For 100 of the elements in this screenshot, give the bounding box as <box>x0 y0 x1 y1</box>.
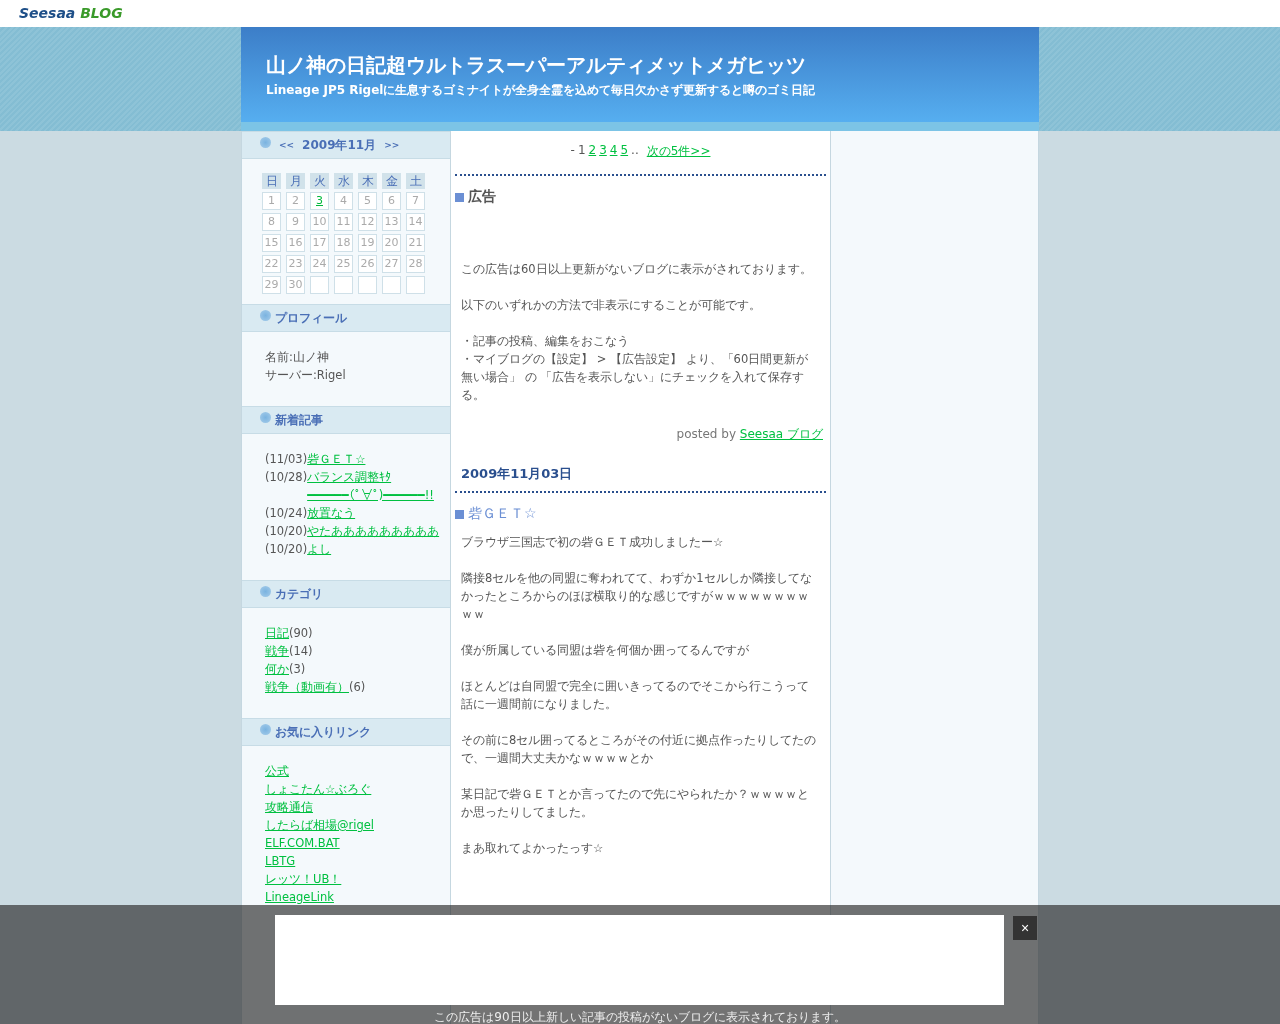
weekday-header: 土 <box>406 173 425 189</box>
blog-subtitle: Lineage JP5 Rigelに生息するゴミナイトが全身全霊を込めて毎日欠かさず更新すると噂のゴミ日記 <box>266 82 817 99</box>
post-date-heading: 2009年11月03日 <box>461 465 574 483</box>
weekday-header: 日 <box>262 173 281 189</box>
calendar-day: 30 <box>286 276 305 294</box>
calendar-day: 29 <box>262 276 281 294</box>
recent-post-link[interactable]: 放置なう <box>307 504 356 522</box>
calendar-day: 25 <box>334 255 353 273</box>
page-link[interactable]: 4 <box>609 143 618 160</box>
next-month-link[interactable]: >> <box>384 140 400 150</box>
post-paragraph: 僕が所属している同盟は砦を何個か囲ってるんですが <box>461 642 750 659</box>
recent-post-link[interactable]: バランス調整ｷﾀ━━━━━━(ﾟ∀ﾟ)━━━━━━!! <box>307 468 443 504</box>
empty-day <box>334 276 353 294</box>
empty-day <box>406 276 425 294</box>
seesaa-logo[interactable]: Seesaa BLOG <box>19 5 123 21</box>
calendar-day: 8 <box>262 213 281 231</box>
post-paragraph: この広告は60日以上更新がないブログに表示がされております。 <box>461 261 813 278</box>
favorite-link[interactable]: 公式 <box>265 762 289 780</box>
calendar-day: 1 <box>262 192 281 210</box>
blog-title[interactable]: 山ノ神の日記超ウルトラスーパーアルティメットメガヒッツ <box>266 53 1039 77</box>
post-paragraph: ブラウザ三国志で初の砦ＧＥＴ成功しましたー☆ <box>461 534 725 551</box>
square-icon <box>455 192 464 202</box>
weekday-header: 水 <box>334 173 353 189</box>
calendar-day: 5 <box>358 192 377 210</box>
empty-day <box>310 276 329 294</box>
page-link[interactable]: 5 <box>620 143 629 160</box>
calendar-day: 7 <box>406 192 425 210</box>
calendar-day: 18 <box>334 234 353 252</box>
favorite-link[interactable]: LineageLink <box>265 888 334 906</box>
pager-ellipsis: .. <box>631 143 639 159</box>
weekday-header: 金 <box>382 173 401 189</box>
favorite-link[interactable]: ELF.COM.BAT <box>265 834 340 852</box>
calendar-day: 28 <box>406 255 425 273</box>
calendar-day: 6 <box>382 192 401 210</box>
calendar-day: 4 <box>334 192 353 210</box>
calendar-day: 12 <box>358 213 377 231</box>
bullet-icon <box>260 136 271 148</box>
category-count: (90) <box>289 626 313 640</box>
section-title: カテゴリ <box>275 585 323 603</box>
weekday-header: 木 <box>358 173 377 189</box>
post-date: (10/24) <box>265 506 308 520</box>
post-date: (10/20) <box>265 542 308 556</box>
calendar-day: 19 <box>358 234 377 252</box>
calendar-day: 20 <box>382 234 401 252</box>
calendar-day: 15 <box>262 234 281 252</box>
calendar-day: 23 <box>286 255 305 273</box>
profile-text: 名前:山ノ神 <box>265 349 330 366</box>
favorite-link[interactable]: 攻略通信 <box>265 798 313 816</box>
weekday-header: 月 <box>286 173 305 189</box>
favorite-link[interactable]: LBTG <box>265 852 296 870</box>
post-title: 広告 <box>468 188 496 206</box>
current-page: 1 <box>577 143 586 159</box>
post-paragraph: まあ取れてよかったっす☆ <box>461 840 605 857</box>
prev-month-link[interactable]: << <box>279 140 295 150</box>
recent-post-link[interactable]: 砦ＧＥＴ☆ <box>307 450 366 468</box>
calendar-day-link[interactable]: 3 <box>310 192 329 210</box>
page-link[interactable]: 2 <box>588 143 597 160</box>
favorite-link[interactable]: しょこたん☆ぶろぐ <box>265 780 372 798</box>
recent-post-link[interactable]: やたあああああああああ <box>307 522 440 540</box>
category-count: (3) <box>289 662 306 676</box>
category-count: (6) <box>349 680 366 694</box>
ad-notice: この広告は90日以上新しい記事の投稿がないブログに表示されております。 <box>433 1009 847 1024</box>
seesaa-link[interactable]: Seesaa ブログ <box>739 427 823 441</box>
calendar-day: 22 <box>262 255 281 273</box>
post-paragraph: ・記事の投稿、編集をおこなう <box>461 333 630 350</box>
calendar-day: 14 <box>406 213 425 231</box>
post-paragraph: ・マイブログの【設定】 > 【広告設定】 より、「60日間更新が無い場合」 の 「広告を表示しない」にチェックを入れて保存する。 <box>461 351 810 404</box>
calendar-day: 26 <box>358 255 377 273</box>
recent-post-link[interactable]: よし <box>307 540 332 558</box>
calendar-day: 21 <box>406 234 425 252</box>
post-paragraph: 以下のいずれかの方法で非表示にすることが可能です。 <box>461 297 762 314</box>
post-paragraph: 某日記で砦ＧＥＴとか言ってたので先にやられたか？ｗｗｗｗとか思ったりしてました。 <box>461 786 810 821</box>
calendar-day: 17 <box>310 234 329 252</box>
section-title: お気に入りリンク <box>275 723 371 741</box>
empty-day <box>358 276 377 294</box>
favorite-link[interactable]: したらば相場@rigel <box>265 816 374 834</box>
bullet-icon <box>260 411 271 423</box>
post-title[interactable]: 砦ＧＥＴ☆ <box>468 505 537 523</box>
calendar-day: 9 <box>286 213 305 231</box>
page-link[interactable]: 3 <box>599 143 607 160</box>
post-paragraph: 隣接8セルを他の同盟に奪われてて、わずか1セルしか隣接してなかったところからのほぼ横取り的な感じですがｗｗｗｗｗｗｗｗｗｗ <box>461 570 813 623</box>
category-link[interactable]: 日記 <box>265 624 289 642</box>
calendar-day: 13 <box>382 213 401 231</box>
close-button[interactable]: × <box>1013 916 1037 940</box>
weekday-header: 火 <box>310 173 329 189</box>
category-link[interactable]: 戦争 <box>265 642 289 660</box>
pager-dash: - <box>570 143 575 159</box>
post-date: (10/20) <box>265 524 308 538</box>
square-icon <box>455 509 464 519</box>
next-page-link[interactable]: 次の5件>> <box>646 143 711 160</box>
calendar-day: 27 <box>382 255 401 273</box>
calendar-day: 10 <box>310 213 329 231</box>
category-link[interactable]: 戦争（動画有） <box>265 678 349 696</box>
post-date: (10/28) <box>265 470 308 484</box>
empty-day <box>382 276 401 294</box>
section-title: プロフィール <box>275 309 347 327</box>
category-count: (14) <box>289 644 313 658</box>
post-date: (11/03) <box>265 452 308 466</box>
category-link[interactable]: 何か <box>265 660 289 678</box>
favorite-link[interactable]: レッツ！UB！ <box>265 870 342 888</box>
